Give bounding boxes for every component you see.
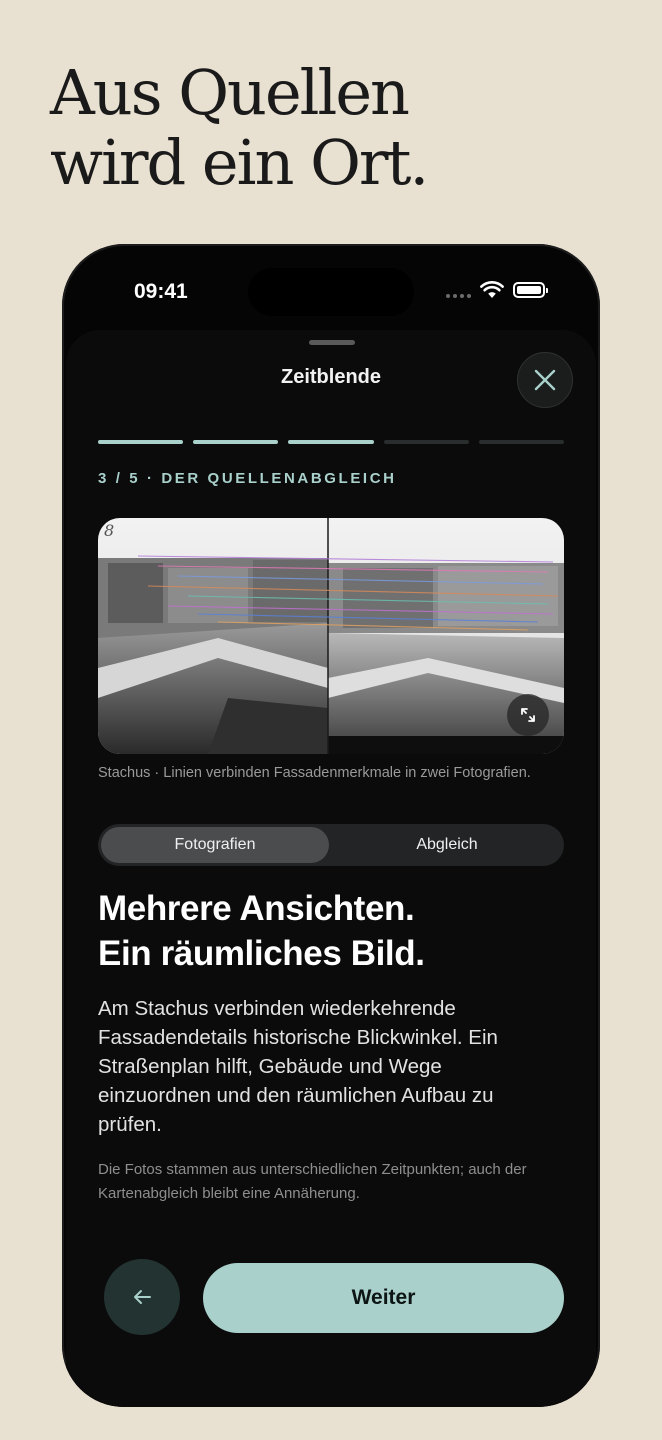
progress-segment bbox=[383, 440, 469, 444]
close-icon bbox=[534, 369, 556, 391]
image-caption: Stachus · Linien verbinden Fassadenmerkm… bbox=[98, 765, 531, 781]
disclaimer-note: Die Fotos stammen aus unterschiedlichen … bbox=[98, 1161, 527, 1202]
step-progress bbox=[98, 440, 565, 444]
battery-icon bbox=[513, 282, 548, 298]
status-bar: 09:41 bbox=[62, 244, 600, 334]
body-text: Am Stachus verbinden wiederkehrende Fass… bbox=[98, 997, 498, 1136]
wifi-icon bbox=[480, 281, 504, 298]
progress-segment bbox=[288, 440, 374, 444]
headline-line-1: Aus Quellen bbox=[50, 56, 410, 129]
arrow-left-icon bbox=[134, 1290, 151, 1304]
bottom-sheet: Zeitblende 3 / 5 · DER QUELLENABGLEICH 8… bbox=[66, 330, 596, 1407]
svg-text:8: 8 bbox=[104, 521, 114, 540]
step-label: 3 / 5 · DER QUELLENABGLEICH bbox=[98, 470, 397, 487]
heading-line-2: Ein räumliches Bild. bbox=[98, 934, 425, 973]
heading-line-1: Mehrere Ansichten. bbox=[98, 889, 415, 928]
close-button[interactable] bbox=[517, 352, 573, 408]
segment-abgleich[interactable]: Abgleich bbox=[333, 827, 561, 863]
view-segmented-control: Fotografien Abgleich bbox=[98, 824, 564, 866]
status-time: 09:41 bbox=[134, 280, 188, 303]
phone-frame: 09:41 Zeitblende 3 / 5 · DER QUELLENABGL… bbox=[62, 244, 600, 1407]
expand-button[interactable] bbox=[507, 694, 549, 736]
back-button[interactable] bbox=[104, 1259, 180, 1335]
page-headline: Aus Quellen wird ein Ort. bbox=[50, 56, 429, 199]
signal-icon bbox=[446, 294, 472, 298]
progress-segment bbox=[98, 440, 184, 444]
headline-line-2: wird ein Ort. bbox=[50, 126, 429, 199]
progress-segment bbox=[193, 440, 279, 444]
dynamic-island bbox=[248, 268, 414, 316]
next-button[interactable]: Weiter bbox=[203, 1263, 564, 1333]
sheet-grabber[interactable] bbox=[309, 340, 355, 345]
segment-fotografien[interactable]: Fotografien bbox=[101, 827, 329, 863]
expand-icon bbox=[521, 708, 535, 722]
section-heading: Mehrere Ansichten. Ein räumliches Bild. bbox=[98, 886, 425, 976]
progress-segment bbox=[478, 440, 565, 444]
stachus-comparison-image[interactable]: 8 bbox=[98, 518, 564, 754]
